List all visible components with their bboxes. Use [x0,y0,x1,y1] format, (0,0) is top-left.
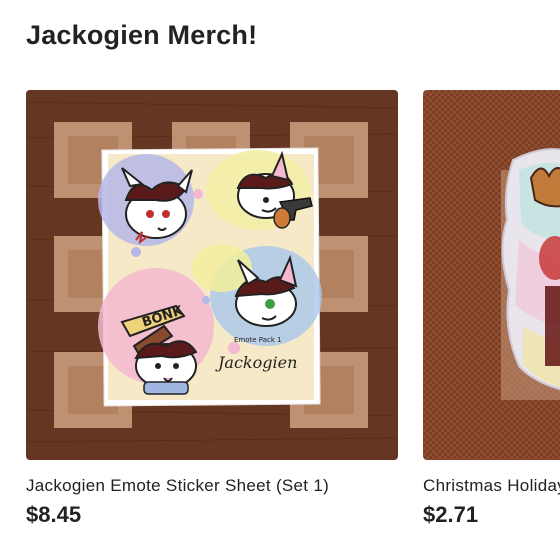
sheet-caption-large: Jackogien [215,353,297,372]
christmas-sticker-photo [423,90,560,460]
sticker-sheet-photo: BONK Emote Pack 1 Jackogien [26,90,398,460]
listing-carousel: BONK Emote Pack 1 Jackogien Jackogien Em… [0,0,560,560]
listing-card-sticker-sheet[interactable]: BONK Emote Pack 1 Jackogien Jackogien Em… [26,90,398,528]
listing-price: $8.45 [26,502,82,527]
listing-price: $2.71 [423,502,479,527]
listing-image-sticker-sheet[interactable]: BONK Emote Pack 1 Jackogien [26,90,398,460]
listing-title[interactable]: Christmas Holiday Sticker [423,476,560,496]
sheet-caption-small: Emote Pack 1 [234,336,282,344]
listing-title[interactable]: Jackogien Emote Sticker Sheet (Set 1) [26,476,398,496]
listing-card-christmas-sticker[interactable]: Christmas Holiday Sticker $2.71 [423,90,560,528]
merch-shop-section: Jackogien Merch! BONK Emote Pack 1 Jacko… [0,0,560,560]
listing-image-christmas-sticker[interactable] [423,90,560,460]
